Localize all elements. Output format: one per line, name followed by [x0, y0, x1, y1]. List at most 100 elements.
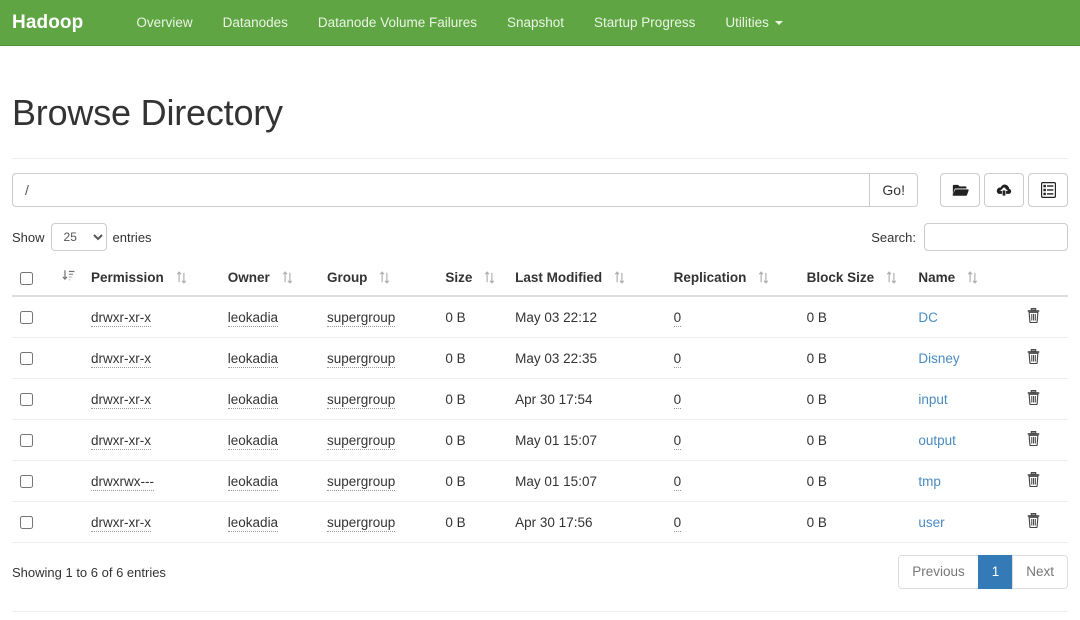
owner-value[interactable]: leokadia [227, 350, 279, 368]
upload-files-button[interactable] [984, 173, 1024, 207]
column-header-permission[interactable]: Permission [82, 261, 220, 297]
nav-items: Overview Datanodes Datanode Volume Failu… [121, 0, 798, 45]
cell-actions [1018, 419, 1068, 461]
replication-value[interactable]: 0 [673, 514, 682, 532]
permission-value[interactable]: drwxrwx--- [90, 473, 154, 491]
owner-value[interactable]: leokadia [227, 473, 279, 491]
file-name-link[interactable]: tmp [918, 474, 941, 489]
cell-permission: drwxr-xr-x [82, 337, 220, 379]
column-header-owner[interactable]: Owner [219, 261, 319, 297]
column-header-actions [1018, 261, 1068, 297]
cell-replication: 0 [665, 296, 799, 338]
owner-value[interactable]: leokadia [227, 432, 279, 450]
delete-row-button[interactable] [1027, 430, 1040, 447]
chevron-down-icon [774, 20, 783, 25]
search-label: Search: [871, 229, 916, 245]
column-header-size[interactable]: Size [437, 261, 508, 297]
permission-value[interactable]: drwxr-xr-x [90, 309, 151, 327]
nav-item-datanode-volume-failures[interactable]: Datanode Volume Failures [303, 0, 492, 45]
nav-item-datanodes[interactable]: Datanodes [208, 0, 303, 45]
trash-icon [1027, 389, 1040, 406]
entries-label: entries [112, 229, 152, 245]
delete-row-button[interactable] [1027, 471, 1040, 488]
sort-amount-icon [62, 269, 75, 282]
cell-size: 0 B [437, 501, 508, 543]
cell-name: DC [910, 296, 1019, 338]
sort-arrows-icon [758, 271, 769, 284]
row-checkbox[interactable] [20, 434, 33, 448]
trash-icon [1027, 430, 1040, 447]
row-checkbox[interactable] [20, 516, 33, 530]
cell-last-modified: May 03 22:12 [507, 296, 666, 338]
nav-item-startup-progress[interactable]: Startup Progress [579, 0, 710, 45]
replication-value[interactable]: 0 [673, 391, 682, 409]
group-value[interactable]: supergroup [326, 473, 396, 491]
delete-row-button[interactable] [1027, 512, 1040, 529]
owner-value[interactable]: leokadia [227, 309, 279, 327]
nav-item-snapshot[interactable]: Snapshot [492, 0, 579, 45]
row-checkbox[interactable] [20, 352, 33, 366]
cell-block-size: 0 B [798, 501, 911, 543]
nav-item-overview[interactable]: Overview [121, 0, 207, 45]
show-label: Show [12, 229, 45, 245]
page-length-select[interactable]: 25 50 100 [50, 223, 107, 251]
delete-row-button[interactable] [1027, 348, 1040, 365]
row-checkbox[interactable] [20, 393, 33, 407]
cell-actions [1018, 296, 1068, 338]
permission-value[interactable]: drwxr-xr-x [90, 391, 151, 409]
group-value[interactable]: supergroup [326, 350, 396, 368]
row-select-cell [12, 501, 42, 543]
select-all-checkbox[interactable] [20, 271, 33, 285]
column-header-group[interactable]: Group [318, 261, 438, 297]
group-value[interactable]: supergroup [326, 391, 396, 409]
column-header-last-modified[interactable]: Last Modified [507, 261, 666, 297]
pagination-previous-button[interactable]: Previous [898, 555, 979, 590]
permission-value[interactable]: drwxr-xr-x [90, 432, 151, 450]
column-header-sort-toggle[interactable] [41, 261, 83, 297]
file-name-link[interactable]: DC [918, 310, 938, 325]
replication-value[interactable]: 0 [673, 473, 682, 491]
search-input[interactable] [924, 223, 1068, 251]
permission-value[interactable]: drwxr-xr-x [90, 514, 151, 532]
replication-value[interactable]: 0 [673, 350, 682, 368]
brand-logo[interactable]: Hadoop [12, 0, 99, 45]
directory-path-input[interactable] [12, 173, 870, 207]
group-value[interactable]: supergroup [326, 432, 396, 450]
table-info: Showing 1 to 6 of 6 entries [12, 564, 166, 580]
column-label: Block Size [806, 270, 875, 285]
row-checkbox[interactable] [20, 311, 33, 325]
replication-value[interactable]: 0 [673, 309, 682, 327]
path-action-buttons [940, 173, 1068, 207]
column-header-block-size[interactable]: Block Size [798, 261, 911, 297]
page-container: Browse Directory Go! [0, 92, 1080, 620]
column-header-name[interactable]: Name [910, 261, 1019, 297]
file-name-link[interactable]: output [918, 433, 956, 448]
cell-owner: leokadia [219, 296, 319, 338]
group-value[interactable]: supergroup [326, 514, 396, 532]
nav-item-utilities[interactable]: Utilities [710, 0, 798, 45]
cell-owner: leokadia [219, 378, 319, 420]
cell-block-size: 0 B [798, 460, 911, 502]
cut-paste-button[interactable] [1028, 173, 1068, 207]
go-button[interactable]: Go! [869, 173, 918, 207]
pagination-page-1-button[interactable]: 1 [977, 555, 1014, 590]
cell-block-size: 0 B [798, 378, 911, 420]
file-name-link[interactable]: user [918, 515, 944, 530]
replication-value[interactable]: 0 [673, 432, 682, 450]
delete-row-button[interactable] [1027, 389, 1040, 406]
delete-row-button[interactable] [1027, 307, 1040, 324]
row-checkbox[interactable] [20, 475, 33, 489]
file-name-link[interactable]: input [918, 392, 947, 407]
file-name-link[interactable]: Disney [918, 351, 959, 366]
permission-value[interactable]: drwxr-xr-x [90, 350, 151, 368]
sort-arrows-icon [967, 271, 978, 284]
column-header-replication[interactable]: Replication [665, 261, 799, 297]
pagination-next-button[interactable]: Next [1012, 555, 1068, 590]
owner-value[interactable]: leokadia [227, 514, 279, 532]
page-title: Browse Directory [12, 92, 283, 133]
group-value[interactable]: supergroup [326, 309, 396, 327]
cell-last-modified: Apr 30 17:56 [507, 501, 666, 543]
owner-value[interactable]: leokadia [227, 391, 279, 409]
table-row: drwxr-xr-x leokadia supergroup 0 B May 0… [12, 296, 1068, 338]
create-directory-button[interactable] [940, 173, 980, 207]
